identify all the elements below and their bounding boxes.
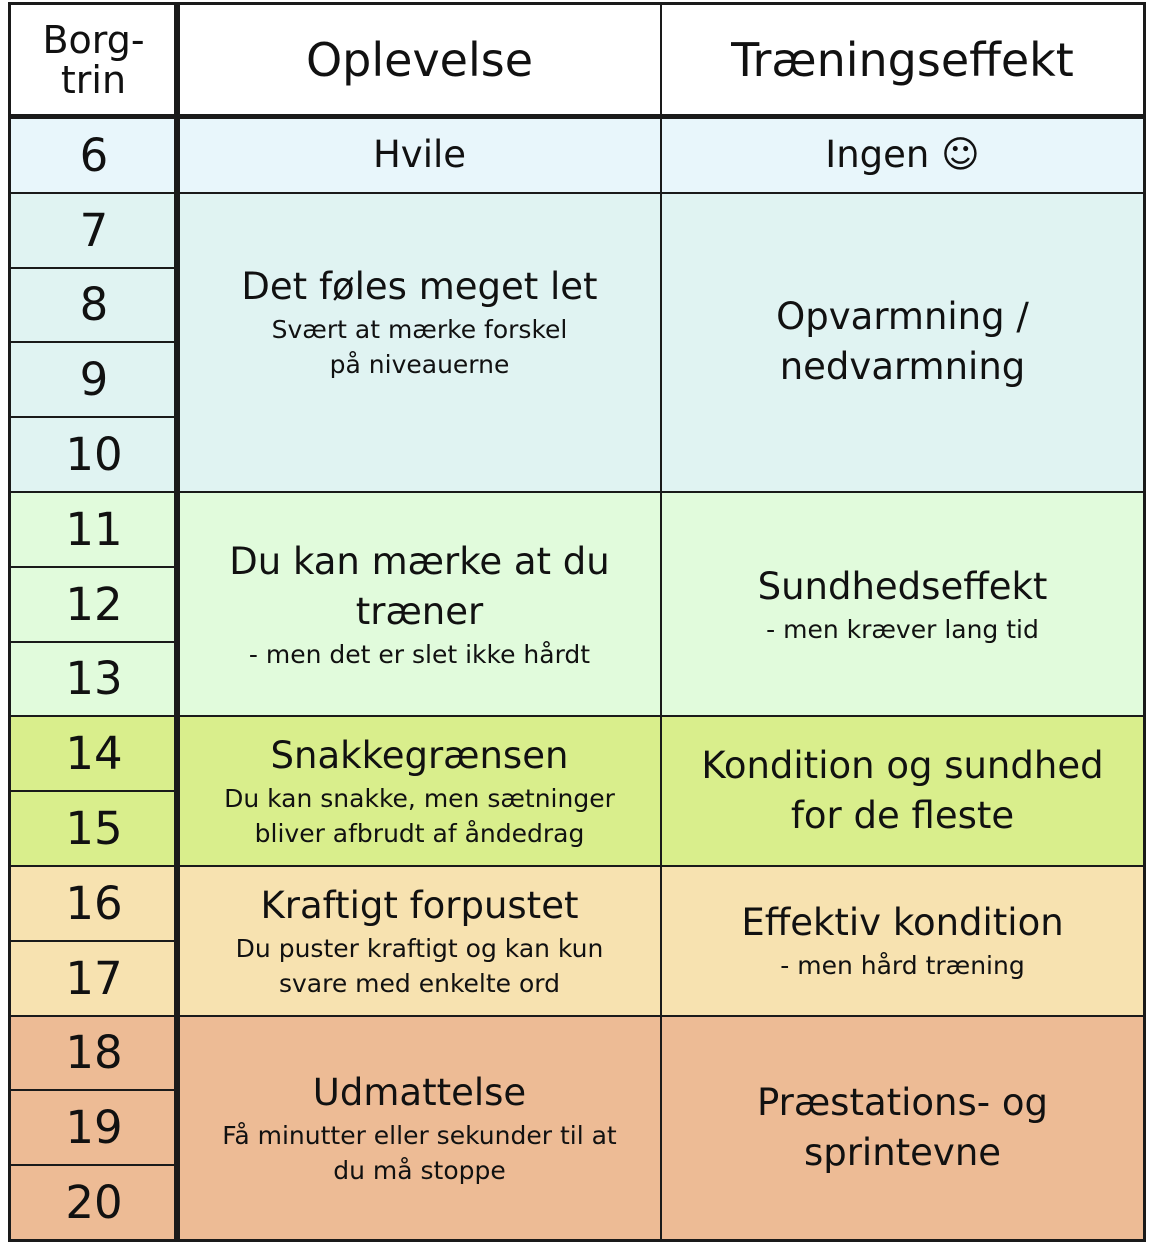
effect-sub-text: - men hård træning [780,951,1025,981]
level-separator [10,267,177,269]
zone-separator [10,715,1144,717]
borg-level-value: 17 [65,951,123,1005]
borg-column-separator [174,2,180,1241]
experience-main-text: Kraftigt forpustet [260,883,579,927]
effect-main-text: Sundhedseffekt [757,564,1048,608]
effect-sub-text: - men kræver lang tid [766,614,1039,644]
experience-main-text: Snakkegrænsen [270,734,569,778]
header-borg-line1: Borg- [42,18,145,62]
effect-main-text: Præstations- og [756,1080,1049,1124]
experience-main-text: Du kan mærke at du [229,539,610,583]
effect-main-text: Opvarmning / [776,295,1029,339]
experience-cell: Udmattelse Få minutter eller sekunder til… [178,1015,661,1240]
header-effect: Træningseffekt [731,33,1074,87]
header-borg-line2: trin [60,58,127,102]
effect-main-text: for de fleste [790,794,1015,838]
experience-main-text: Det føles meget let [241,265,598,309]
experience-main-text: Udmattelse [312,1070,527,1114]
borg-level-cell: 11 [10,492,178,567]
experience-cell: Hvile [178,118,661,193]
header-experience-cell: Oplevelse [178,4,661,116]
experience-cell: Du kan mærke at du træner - men det er sle… [178,492,661,717]
effect-cell: Præstations- og sprintevne [661,1015,1144,1240]
effect-cell: Opvarmning / nedvarmning [661,192,1144,492]
header-effect-cell: Træningseffekt [661,4,1144,116]
borg-level-value: 20 [65,1176,123,1230]
borg-level-value: 14 [65,727,123,781]
borg-level-value: 9 [79,353,109,407]
borg-level-cell: 15 [10,791,178,866]
experience-sub-text: du må stoppe [333,1155,506,1185]
borg-level-value: 6 [79,128,109,182]
header-experience: Oplevelse [305,33,534,87]
effect-main-text: Effektiv kondition [741,901,1064,945]
level-separator [10,641,177,643]
zone-separator [10,865,1144,867]
borg-level-cell: 7 [10,192,178,268]
table-right-border [1143,2,1146,1241]
borg-level-cell: 18 [10,1015,178,1091]
header-borg-cell: Borg- trin [10,4,177,116]
borg-level-value: 10 [65,428,123,482]
borg-level-cell: 12 [10,566,178,642]
effect-cell: Kondition og sundhed for de fleste [661,716,1144,866]
experience-sub-text: bliver afbrudt af åndedrag [254,819,585,849]
borg-level-value: 19 [65,1101,123,1155]
borg-level-value: 15 [65,802,123,856]
borg-level-value: 13 [65,652,123,706]
borg-level-cell: 20 [10,1165,178,1240]
borg-level-value: 18 [65,1026,123,1080]
effect-cell: Sundhedseffekt - men kræver lang tid [661,492,1144,717]
borg-level-value: 12 [65,577,123,631]
borg-scale-table: Borg- trin Oplevelse Træningseffekt 6 Hvi… [0,0,1149,1245]
borg-level-cell: 6 [10,118,178,193]
borg-level-value: 7 [79,203,109,257]
level-separator [10,1089,177,1091]
borg-level-cell: 19 [10,1090,178,1166]
borg-level-cell: 17 [10,940,178,1016]
level-separator [10,341,177,343]
experience-main-text: træner [355,589,484,633]
effect-cell: Ingen ☺ [661,118,1144,193]
borg-level-cell: 14 [10,716,178,792]
level-separator [10,940,177,942]
experience-main-text: Hvile [372,133,467,177]
borg-level-cell: 10 [10,417,178,492]
experience-sub-text: Svært at mærke forskel [271,315,568,345]
experience-cell: Snakkegrænsen Du kan snakke, men sætninge… [178,716,661,866]
level-separator [10,416,177,418]
effect-column-separator [660,2,662,1241]
borg-level-value: 11 [65,502,123,556]
borg-level-value: 8 [79,278,109,332]
experience-cell: Kraftigt forpustet Du puster kraftigt og … [178,866,661,1016]
experience-sub-text: - men det er slet ikke hårdt [248,639,591,669]
borg-level-cell: 9 [10,342,178,418]
zone-separator [10,1015,1144,1017]
effect-main-text: Kondition og sundhed [701,744,1104,788]
zone-separator [10,192,1144,194]
experience-sub-text: Du puster kraftigt og kan kun [235,933,604,963]
level-separator [10,1164,177,1166]
experience-sub-text: Du kan snakke, men sætninger [224,784,615,814]
experience-sub-text: på niveauerne [329,350,510,380]
borg-level-cell: 13 [10,641,178,717]
experience-sub-text: Få minutter eller sekunder til at [222,1120,617,1150]
table-left-border [8,2,11,1241]
borg-level-cell: 8 [10,267,178,343]
experience-sub-text: svare med enkelte ord [278,968,561,998]
effect-main-text: sprintevne [803,1130,1002,1174]
effect-cell: Effektiv kondition - men hård træning [661,866,1144,1016]
borg-level-cell: 16 [10,866,178,941]
effect-main-text: Ingen ☺ [825,133,980,177]
level-separator [10,790,177,792]
zone-separator [10,491,1144,493]
experience-cell: Det føles meget let Svært at mærke forske… [178,192,661,492]
borg-level-value: 16 [65,876,123,930]
effect-main-text: nedvarmning [779,345,1026,389]
header-separator [10,114,1144,119]
level-separator [10,566,177,568]
